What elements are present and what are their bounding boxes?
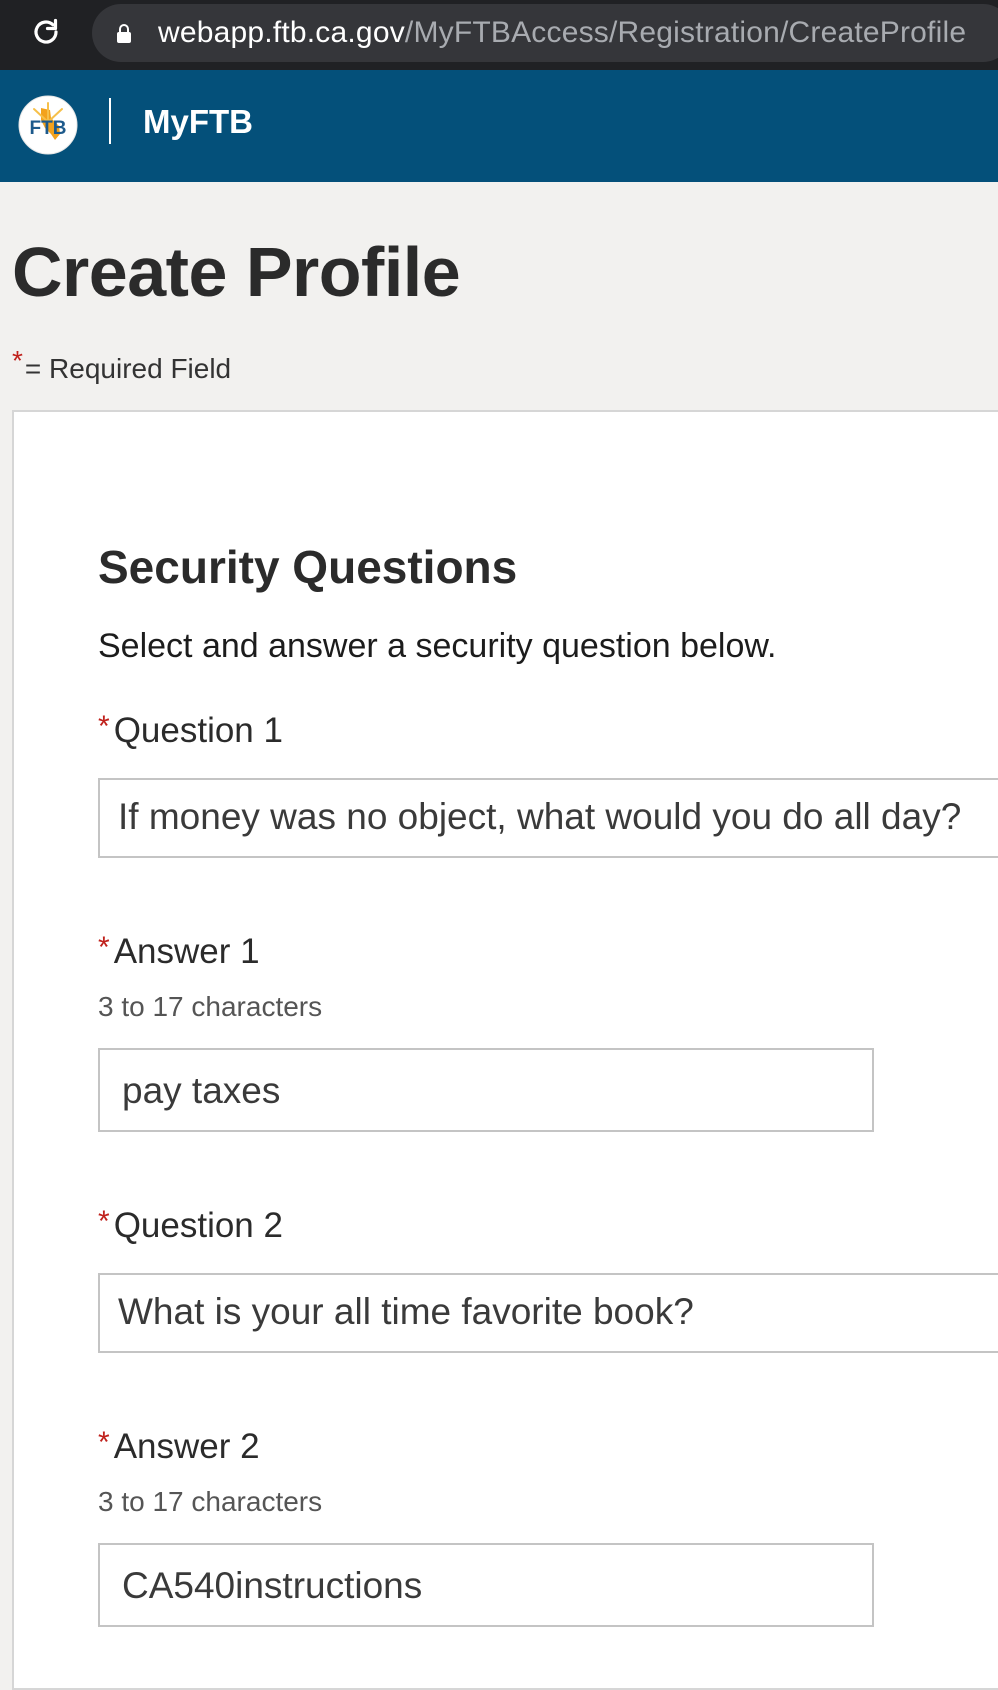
required-star: * xyxy=(98,710,110,743)
page-title: Create Profile xyxy=(12,233,461,311)
address-bar[interactable]: webapp.ftb.ca.gov/MyFTBAccess/Registrati… xyxy=(92,4,998,62)
lock-icon xyxy=(117,24,131,43)
required-star: * xyxy=(98,1426,110,1459)
question-1-select[interactable]: If money was no object, what would you d… xyxy=(98,778,998,858)
required-star: * xyxy=(12,345,23,376)
answer-1-value: pay taxes xyxy=(122,1070,281,1111)
reload-icon[interactable] xyxy=(28,14,64,50)
question-1-label-text: Question 1 xyxy=(113,711,283,750)
answer-2-input[interactable]: CA540instructions xyxy=(98,1543,874,1627)
app-name[interactable]: MyFTB xyxy=(143,103,253,141)
url-text: webapp.ftb.ca.gov/MyFTBAccess/Registrati… xyxy=(158,16,966,50)
question-1-label: * Question 1 xyxy=(98,710,283,751)
question-1-value: If money was no object, what would you d… xyxy=(118,796,962,837)
answer-2-label: * Answer 2 xyxy=(98,1426,260,1467)
site-header: FTB MyFTB xyxy=(0,70,998,182)
answer-1-input[interactable]: pay taxes xyxy=(98,1048,874,1132)
header-divider xyxy=(109,98,111,144)
required-note-text: = Required Field xyxy=(24,353,232,384)
question-2-value: What is your all time favorite book? xyxy=(118,1291,694,1332)
answer-2-label-text: Answer 2 xyxy=(113,1427,260,1466)
answer-2-value: CA540instructions xyxy=(122,1565,423,1606)
question-2-label-text: Question 2 xyxy=(113,1206,283,1245)
browser-toolbar: webapp.ftb.ca.gov/MyFTBAccess/Registrati… xyxy=(0,0,998,70)
answer-1-label-text: Answer 1 xyxy=(113,932,260,971)
question-2-label: * Question 2 xyxy=(98,1205,283,1246)
required-field-note: *= Required Field xyxy=(12,345,232,385)
question-2-select[interactable]: What is your all time favorite book? xyxy=(98,1273,998,1353)
answer-1-label: * Answer 1 xyxy=(98,931,260,972)
url-path: /MyFTBAccess/Registration/CreateProfile xyxy=(404,16,967,49)
answer-1-hint: 3 to 17 characters xyxy=(98,991,323,1022)
section-title: Security Questions xyxy=(98,541,518,593)
required-star: * xyxy=(98,1205,110,1238)
url-host: webapp.ftb.ca.gov xyxy=(158,16,405,49)
ftb-logo[interactable]: FTB xyxy=(17,94,79,156)
section-subtitle: Select and answer a security question be… xyxy=(98,627,777,665)
required-star: * xyxy=(98,931,110,964)
answer-2-hint: 3 to 17 characters xyxy=(98,1486,323,1517)
logo-text: FTB xyxy=(30,118,67,139)
